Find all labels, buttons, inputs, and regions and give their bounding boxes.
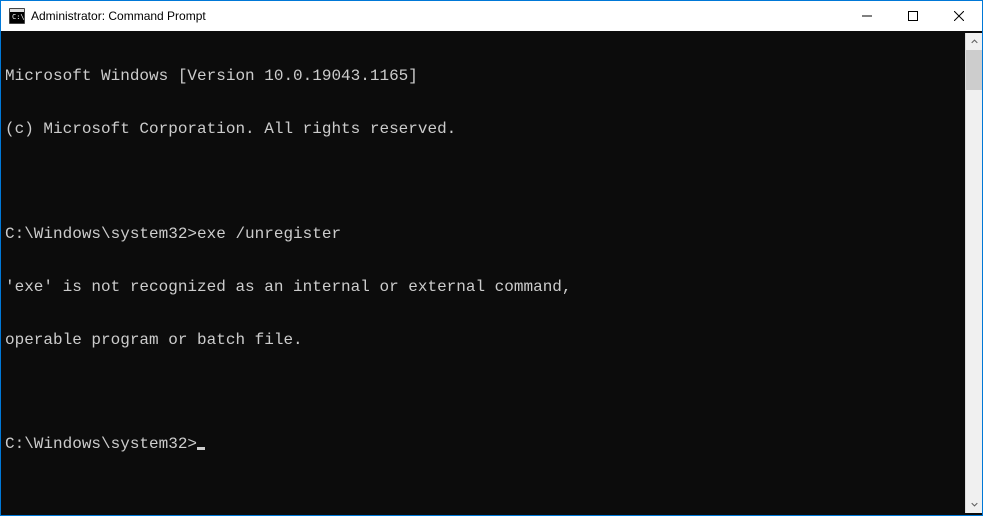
scroll-up-button[interactable] bbox=[966, 33, 982, 50]
terminal-line: (c) Microsoft Corporation. All rights re… bbox=[5, 121, 965, 139]
terminal-line: operable program or batch file. bbox=[5, 332, 965, 350]
terminal-content[interactable]: Microsoft Windows [Version 10.0.19043.11… bbox=[5, 33, 965, 513]
maximize-icon bbox=[908, 11, 918, 21]
vertical-scrollbar[interactable] bbox=[965, 33, 982, 513]
terminal-line: 'exe' is not recognized as an internal o… bbox=[5, 279, 965, 297]
chevron-up-icon bbox=[971, 38, 978, 45]
window-controls bbox=[844, 1, 982, 31]
window-title: Administrator: Command Prompt bbox=[31, 9, 844, 23]
command-prompt-window: C:\ Administrator: Command Prompt bbox=[0, 0, 983, 516]
minimize-icon bbox=[862, 11, 872, 21]
svg-text:C:\: C:\ bbox=[12, 13, 25, 21]
maximize-button[interactable] bbox=[890, 1, 936, 31]
scroll-thumb[interactable] bbox=[966, 50, 982, 90]
terminal-line bbox=[5, 174, 965, 191]
terminal-prompt: C:\Windows\system32> bbox=[5, 435, 197, 453]
titlebar[interactable]: C:\ Administrator: Command Prompt bbox=[1, 1, 982, 31]
scroll-down-button[interactable] bbox=[966, 496, 982, 513]
terminal-prompt-line: C:\Windows\system32> bbox=[5, 436, 965, 454]
terminal-cursor bbox=[197, 447, 205, 450]
cmd-icon: C:\ bbox=[9, 8, 25, 24]
minimize-button[interactable] bbox=[844, 1, 890, 31]
close-button[interactable] bbox=[936, 1, 982, 31]
terminal-line: Microsoft Windows [Version 10.0.19043.11… bbox=[5, 68, 965, 86]
scroll-track[interactable] bbox=[966, 50, 982, 496]
terminal-line bbox=[5, 384, 965, 401]
terminal-line: C:\Windows\system32>exe /unregister bbox=[5, 226, 965, 244]
close-icon bbox=[954, 11, 964, 21]
terminal-area[interactable]: Microsoft Windows [Version 10.0.19043.11… bbox=[1, 31, 982, 515]
chevron-down-icon bbox=[971, 501, 978, 508]
